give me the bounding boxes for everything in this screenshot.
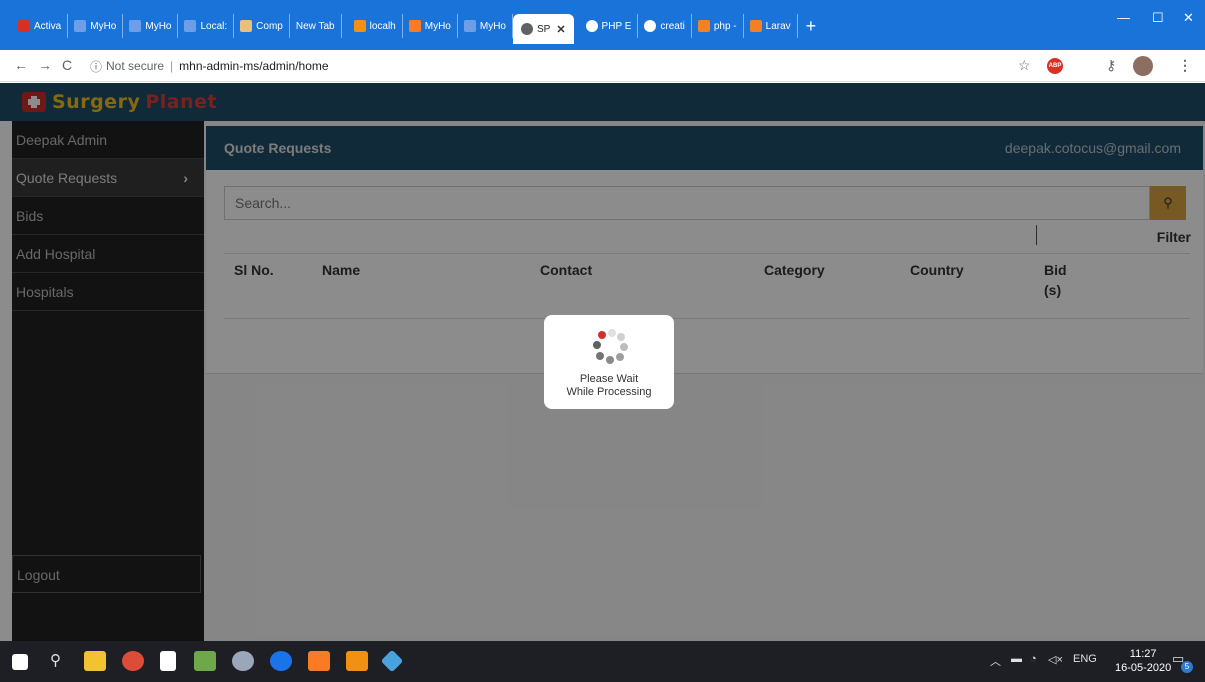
key-icon[interactable]: ⚷ [1106, 57, 1116, 74]
site-icon [463, 20, 476, 32]
browser-tab[interactable]: Larav [744, 14, 798, 38]
browser-tab[interactable]: PHP E [580, 14, 639, 38]
browser-tab[interactable]: MyHo [123, 14, 179, 38]
site-icon [129, 20, 142, 32]
security-label: Not secure [106, 59, 165, 73]
address-bar[interactable]: ⓘ Not secure | mhn-admin-ms/admin/home [90, 55, 990, 77]
google-icon [644, 20, 657, 32]
browser-tab-strip: Activa MyHo MyHo Local: Comp New Tab loc… [0, 0, 1205, 50]
file-explorer-icon[interactable] [84, 651, 106, 671]
reload-icon[interactable]: C [62, 57, 72, 73]
spinner-icon [592, 329, 628, 364]
browser-tab[interactable]: localh [348, 14, 403, 38]
loading-message: Please Wait While Processing [566, 373, 652, 398]
browser-tab-active[interactable]: SP ✕ [512, 14, 574, 44]
site-icon [74, 20, 87, 32]
xampp-icon[interactable] [308, 651, 330, 671]
google-icon [585, 20, 598, 32]
search-icon[interactable]: ⚲ [50, 651, 61, 669]
globe-icon [520, 23, 533, 35]
new-tab-button[interactable]: + [806, 14, 817, 38]
composer-icon [240, 20, 253, 32]
browser-tab[interactable]: php - [692, 14, 744, 38]
menu-kebab-icon[interactable]: ⋮ [1178, 57, 1192, 74]
screen: { "browser": { "tabs": [ {"label": "Acti… [0, 0, 1205, 682]
windows-start-icon[interactable] [12, 654, 28, 670]
chevron-up-icon[interactable]: ︿ [990, 653, 1001, 669]
adblock-icon[interactable]: ABP [1047, 58, 1063, 74]
wifi-icon[interactable]: ◔ [1030, 653, 1037, 665]
sublime-icon[interactable] [346, 651, 368, 671]
browser-tab[interactable]: New Tab [290, 14, 342, 38]
loading-dialog: Please Wait While Processing [544, 315, 674, 409]
tab-list: Activa MyHo MyHo Local: Comp New Tab loc… [12, 14, 817, 44]
info-icon[interactable]: ⓘ [90, 58, 102, 75]
back-icon[interactable]: ← [14, 57, 28, 73]
browser-toolbar: ← → C ⓘ Not secure | mhn-admin-ms/admin/… [0, 50, 1205, 82]
browser-tab[interactable]: Comp [234, 14, 290, 38]
battery-icon[interactable]: ▬ [1011, 653, 1022, 665]
star-icon[interactable]: ☆ [1018, 57, 1031, 74]
paint-icon[interactable] [232, 651, 254, 671]
stackoverflow-icon [749, 20, 762, 32]
language-indicator[interactable]: ENG [1073, 653, 1097, 665]
browser-tab[interactable]: Local: [178, 14, 235, 38]
url-text: mhn-admin-ms/admin/home [179, 59, 329, 73]
editor-icon[interactable] [194, 651, 216, 671]
browser-tab[interactable]: Activa [12, 14, 69, 38]
chrome-icon[interactable] [122, 651, 144, 671]
browser-tab[interactable]: MyHo [68, 14, 124, 38]
git-icon[interactable] [380, 649, 404, 673]
clock[interactable]: 11:27 16-05-2020 [1115, 647, 1171, 675]
xampp-icon [408, 20, 421, 32]
browser-tab[interactable]: creati [638, 14, 692, 38]
forward-icon[interactable]: → [38, 57, 52, 73]
taskbar: ⚲ ︿ ▬ ◔ ◁× ENG 11:27 16-05-2020 ▭ 5 [0, 641, 1205, 682]
notepad-icon[interactable] [160, 651, 176, 671]
gmail-icon [18, 20, 30, 32]
volume-icon[interactable]: ◁× [1048, 653, 1063, 666]
avatar[interactable] [1133, 56, 1153, 76]
close-tab-icon[interactable]: ✕ [556, 23, 565, 36]
maps-icon[interactable] [270, 651, 292, 671]
stackoverflow-icon [697, 20, 710, 32]
site-icon [184, 20, 197, 32]
url-separator: | [170, 59, 174, 73]
minimize-button[interactable]: — [1117, 10, 1130, 25]
browser-tab[interactable]: MyHo [403, 14, 458, 38]
maximize-button[interactable]: ☐ [1152, 10, 1164, 26]
browser-tab[interactable]: MyHo [458, 14, 513, 38]
close-window-button[interactable]: ✕ [1183, 10, 1194, 26]
notification-count-badge: 5 [1181, 661, 1193, 673]
phpmyadmin-icon [353, 20, 366, 32]
